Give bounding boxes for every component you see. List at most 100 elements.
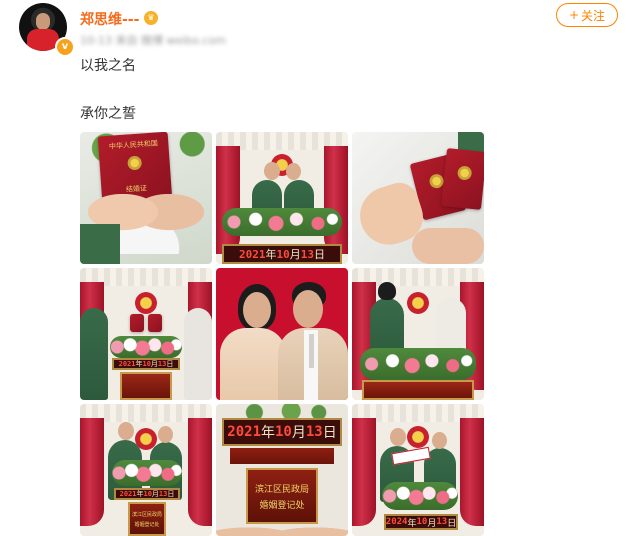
groom-head xyxy=(118,422,134,440)
led-unit-month: 月 xyxy=(291,425,306,441)
led-day: 13 xyxy=(436,517,448,527)
led-unit-month: 月 xyxy=(427,518,437,529)
photo-5[interactable] xyxy=(216,268,348,400)
groom-hair xyxy=(378,282,396,300)
emblem-icon xyxy=(407,292,429,314)
photo-8[interactable]: 2021 年 10 月 13 日 滨江区民政局 婚姻登记处 xyxy=(216,404,348,536)
photo-6[interactable] xyxy=(352,268,484,400)
led-year: 2021 xyxy=(239,247,266,261)
flower-arrangement xyxy=(110,336,182,358)
emblem-icon xyxy=(407,426,429,448)
bride-qipao xyxy=(220,328,286,400)
led-unit-day: 日 xyxy=(166,360,174,368)
led-year: 2021 xyxy=(227,424,261,440)
led-unit-month: 月 xyxy=(151,490,159,498)
national-emblem-icon xyxy=(456,165,473,181)
marriage-certificate xyxy=(130,314,144,332)
counter-podium xyxy=(120,372,172,400)
photo-9[interactable]: 2024 年 10 月 13 日 xyxy=(352,404,484,536)
drape-right xyxy=(324,146,348,254)
plaque-line-2: 婚姻登记处 xyxy=(259,500,305,511)
led-unit-year: 年 xyxy=(136,490,144,498)
date-display: 2021 年 10 月 13 日 xyxy=(222,418,342,446)
bride-head xyxy=(432,432,447,449)
national-emblem-icon xyxy=(127,155,143,171)
flower-arrangement xyxy=(382,482,458,510)
led-unit-year: 年 xyxy=(135,360,143,368)
led-unit-month: 月 xyxy=(150,360,158,368)
author-name[interactable]: 郑思维--- xyxy=(80,9,139,29)
photo-2[interactable]: 2021 年 10 月 13 日 xyxy=(216,132,348,264)
flower-arrangement xyxy=(112,460,182,486)
bride-head xyxy=(158,426,173,443)
led-day: 13 xyxy=(305,424,323,440)
led-unit-month: 月 xyxy=(289,248,301,261)
led-year: 2021 xyxy=(118,360,136,368)
led-unit-year: 年 xyxy=(407,518,417,529)
photo-3[interactable] xyxy=(352,132,484,264)
counter-ledge xyxy=(230,448,334,464)
leaves xyxy=(236,404,328,418)
date-display: 2021 年 10 月 13 日 xyxy=(114,488,180,500)
post-meta: 10-13 来自 微博 weibo.com xyxy=(80,34,226,47)
drape-left xyxy=(352,418,376,526)
led-unit-day: 日 xyxy=(322,425,337,441)
bride xyxy=(184,308,212,400)
led-unit-year: 年 xyxy=(261,425,275,441)
groom-face xyxy=(293,290,323,328)
led-unit-day: 日 xyxy=(167,490,175,498)
led-day: 13 xyxy=(158,490,168,498)
led-day: 13 xyxy=(157,360,167,368)
groom-head xyxy=(390,428,406,446)
groom xyxy=(80,308,108,400)
bride-face xyxy=(243,292,271,328)
date-display: 2024 年 10 月 13 日 xyxy=(384,514,458,530)
emblem-icon xyxy=(135,292,157,314)
marriage-certificate-2 xyxy=(441,148,484,210)
counter-podium xyxy=(362,380,474,400)
verified-badge-icon: v xyxy=(55,37,75,57)
led-month: 10 xyxy=(276,247,290,261)
drape-right xyxy=(460,418,484,526)
photo-7[interactable]: 2021 年 10 月 13 日 滨江区民政局 婚姻登记处 xyxy=(80,404,212,536)
led-year: 2021 xyxy=(119,490,137,498)
date-display: 2021 年 10 月 13 日 xyxy=(222,244,342,264)
drape-left xyxy=(80,418,104,526)
plaque-line-2: 婚姻登记处 xyxy=(134,521,160,528)
avatar-face xyxy=(36,13,50,30)
second-hand xyxy=(412,228,484,264)
flower-arrangement xyxy=(360,348,476,380)
led-unit-day: 日 xyxy=(447,518,457,529)
groom-tie xyxy=(309,334,314,368)
photo-1[interactable]: 中华人民共和国 结婚证 xyxy=(80,132,212,264)
follow-label: 关注 xyxy=(581,8,606,23)
post-text-line-1: 以我之名 xyxy=(80,58,136,74)
photo-4[interactable]: 2021 年 10 月 13 日 xyxy=(80,268,212,400)
led-month: 10 xyxy=(142,360,151,368)
sleeve-left xyxy=(80,224,120,264)
date-display: 2021 年 10 月 13 日 xyxy=(112,358,180,370)
registry-plaque: 滨江区民政局 婚姻登记处 xyxy=(128,502,166,536)
hands xyxy=(216,516,348,536)
vip-crown-icon: ♛ xyxy=(144,11,158,25)
drape-right xyxy=(188,418,212,526)
post-text-line-2: 承你之誓 xyxy=(80,106,136,122)
follow-button[interactable]: + 关注 xyxy=(556,3,618,27)
led-month: 10 xyxy=(275,424,292,440)
led-month: 10 xyxy=(416,517,428,527)
plaque-line-1: 滨江区民政局 xyxy=(131,511,162,518)
photo-grid: 中华人民共和国 结婚证 2021 年 10 月 13 日 2021 年 10 月… xyxy=(80,132,484,536)
bride-head xyxy=(286,163,301,180)
plus-icon: + xyxy=(568,8,580,22)
marriage-certificate-2 xyxy=(148,314,162,332)
cert-header: 中华人民共和国 xyxy=(108,139,159,151)
flower-arrangement xyxy=(222,208,342,236)
led-month: 10 xyxy=(143,490,152,498)
groom-head xyxy=(264,162,280,180)
plaque-line-1: 滨江区民政局 xyxy=(254,484,309,495)
led-unit-year: 年 xyxy=(265,248,277,261)
drape-left xyxy=(216,146,240,254)
led-day: 13 xyxy=(300,247,314,261)
led-year: 2024 xyxy=(385,517,408,527)
led-unit-day: 日 xyxy=(314,248,325,261)
